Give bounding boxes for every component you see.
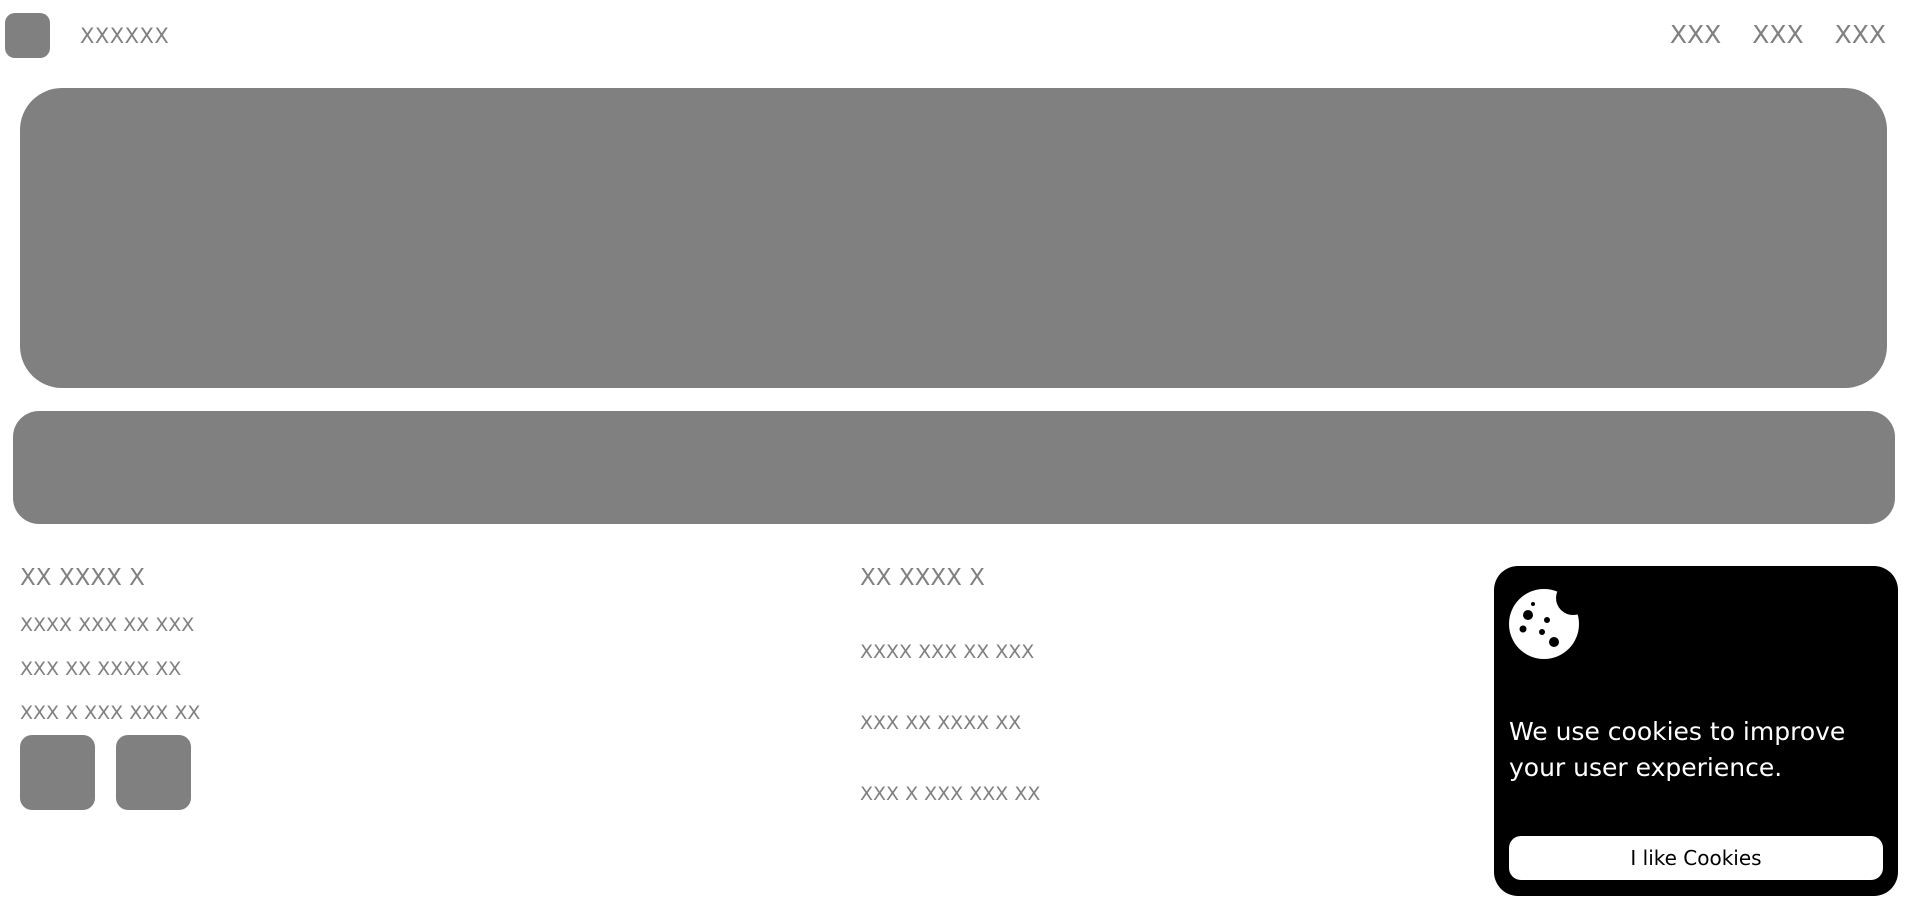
social-button-1[interactable] xyxy=(20,735,95,810)
page: XXXXXX XXX XXX XXX XX XXXX X XXXX XXX XX… xyxy=(0,0,1907,914)
logo[interactable] xyxy=(5,13,50,58)
footer-col2-link-2[interactable]: XXX XX XXXX XX xyxy=(860,712,1021,734)
footer-col1-heading: XX XXXX X xyxy=(20,565,145,591)
nav-link-2[interactable]: XXX xyxy=(1752,20,1803,49)
footer-col1-link-3[interactable]: XXX X XXX XXX XX xyxy=(20,702,200,724)
accept-cookies-button[interactable]: I like Cookies xyxy=(1509,836,1883,880)
cookie-consent-banner: We use cookies to improve your user expe… xyxy=(1494,566,1898,896)
social-button-2[interactable] xyxy=(116,735,191,810)
footer-col2-link-3[interactable]: XXX X XXX XXX XX xyxy=(860,783,1040,805)
banner-placeholder xyxy=(13,411,1895,524)
cookie-icon xyxy=(1509,589,1579,659)
main-nav: XXX XXX XXX xyxy=(1670,20,1886,49)
brand-name[interactable]: XXXXXX xyxy=(80,24,169,48)
footer-col1-link-2[interactable]: XXX XX XXXX XX xyxy=(20,658,181,680)
nav-link-1[interactable]: XXX xyxy=(1670,20,1721,49)
footer-col1-link-1[interactable]: XXXX XXX XX XXX xyxy=(20,614,194,636)
nav-link-3[interactable]: XXX xyxy=(1835,20,1886,49)
footer-col2-link-1[interactable]: XXXX XXX XX XXX xyxy=(860,641,1034,663)
cookie-message: We use cookies to improve your user expe… xyxy=(1509,717,1846,782)
footer-col2-heading: XX XXXX X xyxy=(860,565,985,591)
hero-image-placeholder xyxy=(20,88,1887,388)
